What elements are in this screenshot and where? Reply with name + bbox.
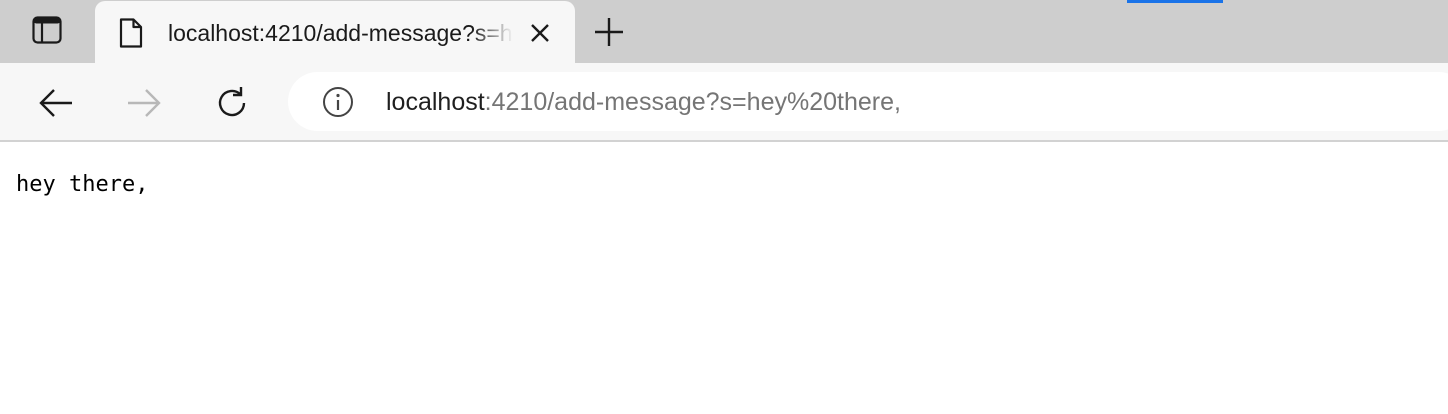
navigation-toolbar: localhost:4210/add-message?s=hey%20there… [0,63,1448,142]
url-host: localhost [386,88,485,116]
arrow-right-icon [128,89,161,117]
document-icon [117,17,145,49]
forward-button[interactable] [122,81,166,125]
new-tab-button[interactable] [589,12,629,52]
url-path: :4210/add-message?s=hey%20there, [484,88,901,116]
window-accent-bar [1127,0,1223,3]
tab-strip: localhost:4210/add-message?s=hey%20there… [0,0,1448,63]
back-button[interactable] [34,81,78,125]
close-icon [531,24,549,42]
refresh-icon [218,87,246,117]
url-text[interactable]: localhost:4210/add-message?s=hey%20there… [386,86,901,118]
address-bar[interactable]: localhost:4210/add-message?s=hey%20there… [288,72,1448,131]
tab-active[interactable]: localhost:4210/add-message?s=hey%20there… [95,1,575,63]
tab-actions-button[interactable] [16,12,78,52]
browser-window: localhost:4210/add-message?s=hey%20there… [0,0,1448,414]
arrow-left-icon [39,89,72,117]
info-icon [323,87,353,117]
page-content: hey there, [0,142,1448,414]
reload-button[interactable] [210,81,254,125]
close-tab-button[interactable] [525,18,555,48]
tab-title: localhost:4210/add-message?s=hey%20there… [168,20,513,46]
message-text: hey there, [16,172,149,197]
tab-actions-icon [32,15,62,49]
site-info-button[interactable] [322,86,354,118]
plus-icon [595,18,623,46]
